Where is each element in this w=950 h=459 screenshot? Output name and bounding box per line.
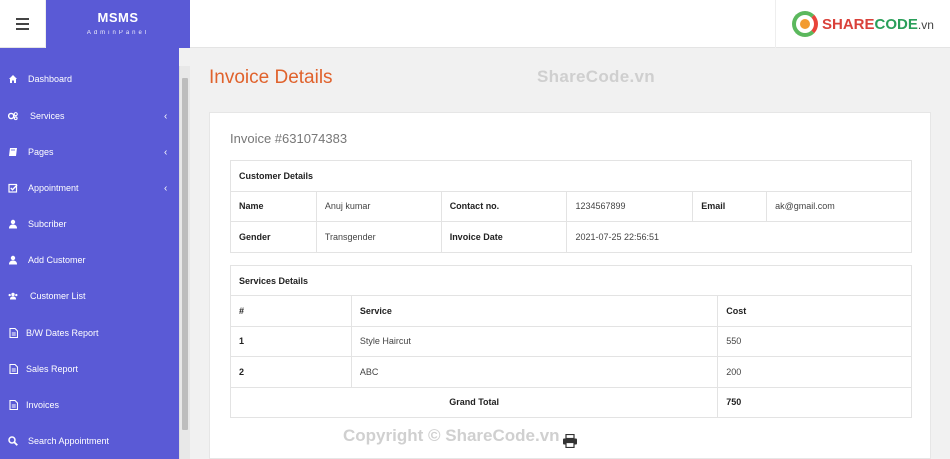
row-number: 2 xyxy=(230,356,352,388)
sidebar-scrollbar[interactable] xyxy=(179,66,190,459)
brand[interactable]: MSMS AdminPanel xyxy=(46,0,190,48)
grand-total-row: Grand Total 750 xyxy=(229,386,912,418)
sidebar-item-subcriber[interactable]: Subcriber xyxy=(0,212,179,236)
gears-icon xyxy=(8,111,18,121)
file-icon xyxy=(8,328,18,338)
table-header-row: Services Details xyxy=(230,264,912,297)
copyright-watermark: Copyright © ShareCode.vn xyxy=(343,426,560,445)
services-details-table: Services Details # Service Cost 1 Style … xyxy=(229,264,912,418)
contact-label: Contact no. xyxy=(440,190,568,223)
column-header-cost: Cost xyxy=(717,295,912,327)
table-row: 2 ABC 200 xyxy=(230,356,912,388)
watermark-text: ShareCode.vn xyxy=(537,67,655,86)
logo-text-share: SHARE xyxy=(822,15,875,33)
sidebar-item-label: Pages xyxy=(28,147,54,157)
users-icon xyxy=(8,291,18,301)
sidebar-item-sales-report[interactable]: Sales Report xyxy=(0,357,179,381)
logo-text-code: CODE xyxy=(874,15,918,33)
sidebar-item-label: Subcriber xyxy=(28,219,67,229)
name-label: Name xyxy=(230,190,317,223)
customer-details-table: Customer Details Name Anuj kumar Contact… xyxy=(230,160,912,253)
row-cost: 550 xyxy=(717,325,912,358)
table-row: Name Anuj kumar Contact no. 1234567899 E… xyxy=(230,190,912,223)
file-icon xyxy=(8,364,18,374)
sidebar-item-label: Dashboard xyxy=(28,74,73,84)
email-value: ak@gmail.com xyxy=(766,190,912,223)
user-icon xyxy=(8,255,18,265)
sidebar-item-appointment[interactable]: Appointment ‹ xyxy=(0,176,179,200)
sidebar-item-invoices[interactable]: Invoices xyxy=(0,393,179,417)
chevron-left-icon: ‹ xyxy=(164,110,168,122)
sidebar-item-label: Add Customer xyxy=(28,255,86,265)
table-row: 1 Style Haircut 550 xyxy=(230,325,912,358)
menu-toggle-button[interactable] xyxy=(0,0,46,48)
page-title: Invoice Details xyxy=(209,67,333,88)
sidebar-item-customer-list[interactable]: Customer List xyxy=(0,284,179,308)
invoice-date-label: Invoice Date xyxy=(440,221,568,253)
sidebar-item-label: Customer List xyxy=(30,291,86,301)
top-bar: MSMS AdminPanel SHARECODE.vn xyxy=(0,0,950,48)
name-value: Anuj kumar xyxy=(315,190,442,223)
check-square-icon xyxy=(8,183,18,193)
print-icon[interactable] xyxy=(562,433,578,449)
sharecode-logo-icon xyxy=(792,11,818,37)
sidebar-item-services[interactable]: Services ‹ xyxy=(0,104,179,128)
email-label: Email xyxy=(692,190,768,223)
row-number: 1 xyxy=(230,325,352,358)
customer-details-heading: Customer Details xyxy=(230,160,912,192)
book-icon xyxy=(8,147,18,157)
column-header-number: # xyxy=(230,295,352,327)
sidebar-item-bw-dates-report[interactable]: B/W Dates Report xyxy=(0,321,179,345)
gender-value: Transgender xyxy=(315,221,442,253)
services-details-heading: Services Details xyxy=(230,264,912,297)
sidebar-item-label: Sales Report xyxy=(26,364,79,374)
search-icon xyxy=(8,436,18,446)
sidebar-item-add-customer[interactable]: Add Customer xyxy=(0,248,179,272)
grand-total-label: Grand Total xyxy=(229,386,719,418)
table-column-headers: # Service Cost xyxy=(230,295,912,327)
column-header-service: Service xyxy=(350,295,719,327)
sidebar-item-label: Services xyxy=(30,111,65,121)
chevron-left-icon: ‹ xyxy=(164,146,168,158)
invoice-date-value: 2021-07-25 22:56:51 xyxy=(566,221,912,253)
grand-total-value: 750 xyxy=(717,386,912,418)
sidebar-item-pages[interactable]: Pages ‹ xyxy=(0,140,179,164)
invoice-number: Invoice #631074383 xyxy=(230,131,348,146)
table-row: Gender Transgender Invoice Date 2021-07-… xyxy=(230,221,912,253)
home-icon xyxy=(8,74,18,84)
gender-label: Gender xyxy=(230,221,317,253)
brand-subtitle: AdminPanel xyxy=(86,30,150,36)
sidebar-item-label: Appointment xyxy=(28,183,79,193)
row-cost: 200 xyxy=(717,356,912,388)
brand-title: MSMS xyxy=(97,10,139,25)
contact-value: 1234567899 xyxy=(566,190,694,223)
scrollbar-thumb[interactable] xyxy=(182,78,188,430)
table-header-row: Customer Details xyxy=(230,160,912,192)
chevron-left-icon: ‹ xyxy=(164,182,168,194)
row-service: ABC xyxy=(350,356,719,388)
invoice-card: Invoice #631074383 Customer Details Name… xyxy=(209,112,931,459)
sharecode-logo: SHARECODE.vn xyxy=(775,0,950,48)
file-icon xyxy=(8,400,18,410)
user-icon xyxy=(8,219,18,229)
sidebar-item-dashboard[interactable]: Dashboard xyxy=(0,67,179,91)
hamburger-icon xyxy=(16,18,29,20)
row-service: Style Haircut xyxy=(350,325,719,358)
sidebar-item-label: Invoices xyxy=(26,400,60,410)
sidebar-item-search-appointment[interactable]: Search Appointment xyxy=(0,429,179,453)
sidebar-item-label: Search Appointment xyxy=(28,436,110,446)
logo-text-domain: .vn xyxy=(917,17,934,32)
sidebar: Dashboard Services ‹ Pages ‹ Appointment… xyxy=(0,48,179,459)
sidebar-item-label: B/W Dates Report xyxy=(26,328,99,338)
